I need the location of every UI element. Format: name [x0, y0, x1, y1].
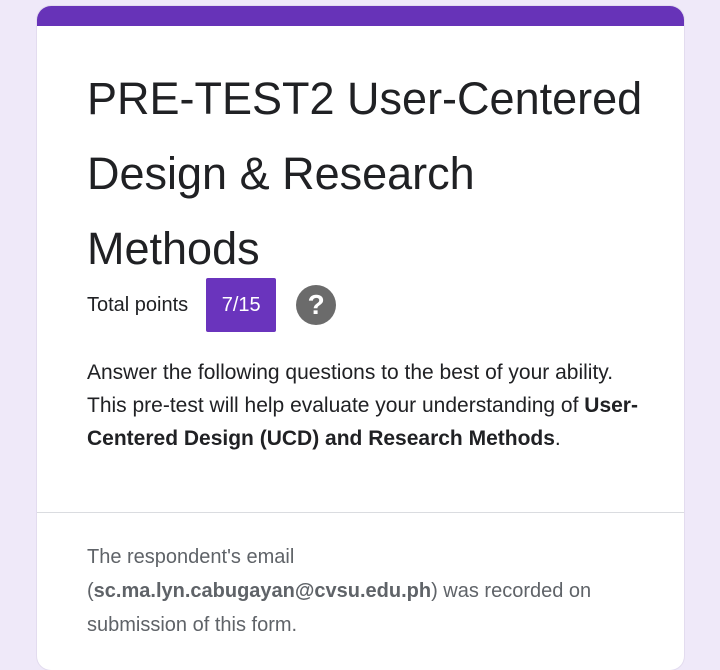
score-badge: 7/15 [206, 278, 277, 332]
description-trail: . [554, 427, 561, 450]
form-title: PRE-TEST2 User-Centered Design & Researc… [87, 73, 643, 274]
respondent-email: sc.ma.lyn.cabugayan@cvsu.edu.ph [93, 580, 432, 602]
section-divider [37, 512, 684, 513]
email-recorded-note: The respondent's email (sc.ma.lyn.cabuga… [87, 540, 647, 642]
total-points-label: Total points [87, 293, 189, 316]
total-points-row: Total points 7/15 ? [87, 278, 337, 332]
form-description: Answer the following questions to the be… [87, 356, 647, 455]
form-card: PRE-TEST2 User-Centered Design & Researc… [37, 6, 684, 670]
description-lead: Answer the following questions to the be… [87, 361, 614, 417]
form-accent-bar [37, 6, 684, 26]
question-mark-icon[interactable]: ? [296, 285, 337, 325]
